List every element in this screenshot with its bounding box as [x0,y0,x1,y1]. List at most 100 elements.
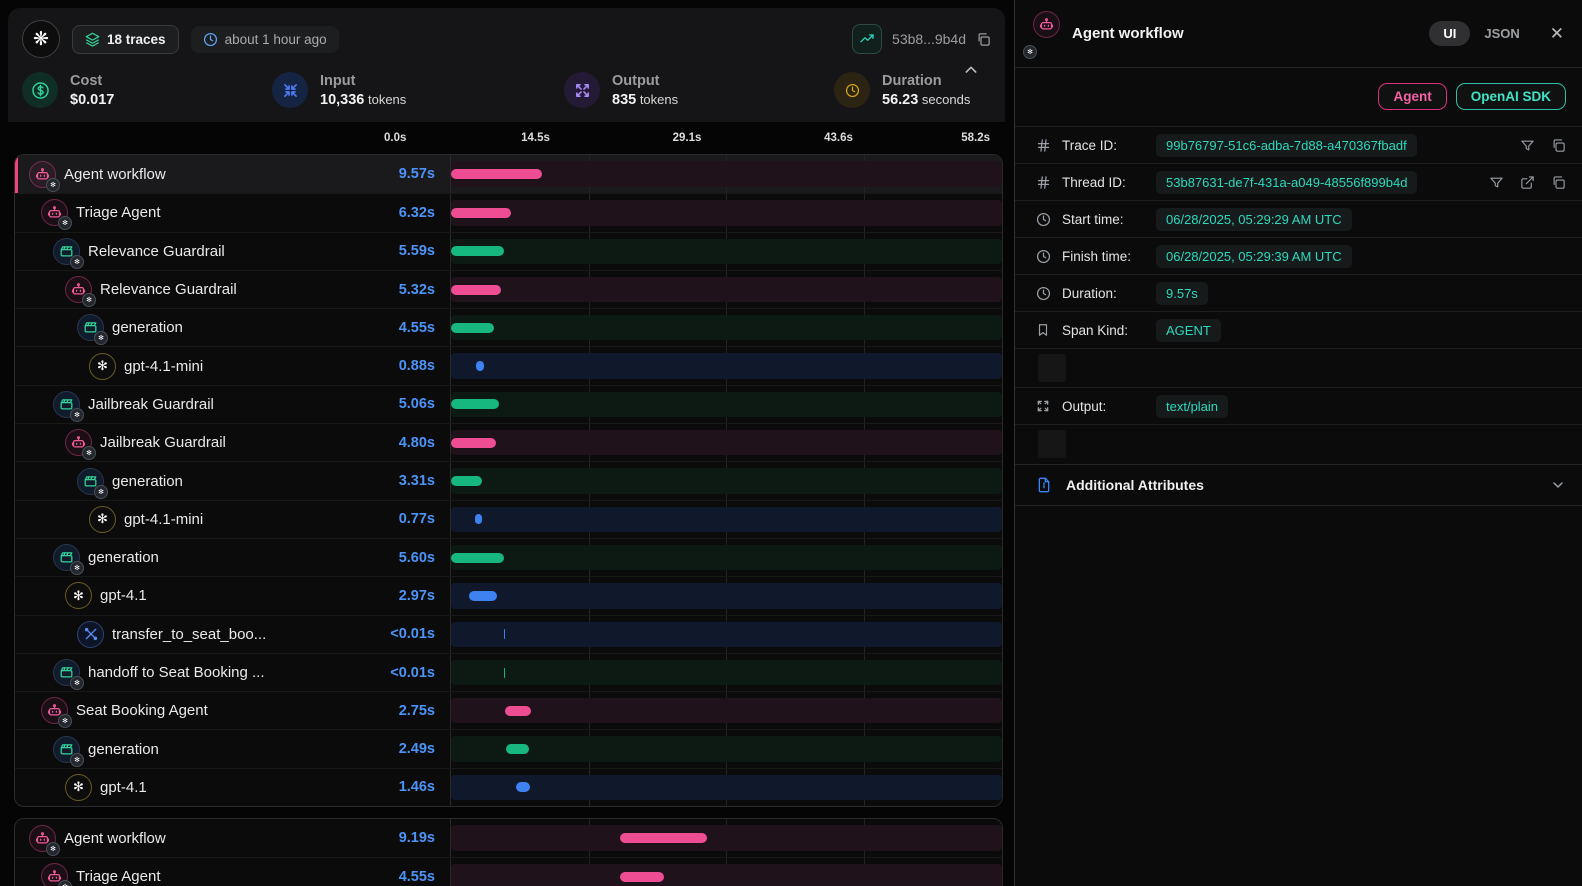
span-row-generation[interactable]: ✻generation2.49s [15,729,1002,767]
span-duration: 4.55s [385,858,437,886]
axis-tick: 0.0s [384,132,406,144]
metric-value: $0.017 [70,92,114,108]
span-duration: 2.75s [385,692,437,729]
copy-icon[interactable] [1551,175,1566,190]
span-track [451,507,1002,532]
span-duration: <0.01s [385,616,437,653]
span-duration: 0.88s [385,347,437,384]
span-track [451,392,1002,417]
metric-cost: Cost $0.017 [22,72,272,108]
guardrail-icon: ✻ [77,314,104,341]
span-timeline-cell [450,386,1002,423]
openai-logo-icon: ❋ [22,20,60,58]
external-link-icon[interactable] [1520,175,1535,190]
field-label: Trace ID: [1062,138,1156,153]
openai-sdk-badge[interactable]: OpenAI SDK [1456,83,1566,110]
span-label: Relevance Guardrail [100,281,237,298]
span-track [451,277,1002,302]
time-ago-badge: about 1 hour ago [191,26,339,53]
span-row-gpt-4-1-mini[interactable]: ✻gpt-4.1-mini0.77s [15,500,1002,538]
bookmark-icon [1036,323,1062,337]
span-row-gpt-4-1-mini[interactable]: ✻gpt-4.1-mini0.88s [15,346,1002,384]
span-row-seat-booking-agent[interactable]: ✻Seat Booking Agent2.75s [15,691,1002,729]
additional-attributes-row[interactable]: Additional Attributes [1015,464,1582,506]
openai-mini-badge-icon: ✻ [82,446,96,460]
openai-mini-badge-icon: ✻ [70,753,84,767]
close-icon[interactable]: ✕ [1550,24,1564,44]
openai-mini-badge-icon: ✻ [94,485,108,499]
metric-label: Cost [70,73,114,89]
field-value[interactable]: 06/28/2025, 05:29:39 AM UTC [1156,245,1352,268]
span-timeline-cell [450,271,1002,308]
trace-group: ✻Agent workflow9.57s✻Triage Agent6.32s✻R… [14,154,1003,807]
span-track [451,200,1002,225]
span-row-generation[interactable]: ✻generation3.31s [15,461,1002,499]
agent-badge[interactable]: Agent [1378,83,1446,110]
span-track [451,430,1002,455]
span-row-jailbreak-guardrail[interactable]: ✻Jailbreak Guardrail5.06s [15,385,1002,423]
chevron-up-icon[interactable] [963,62,979,78]
span-bar [620,833,707,843]
filter-icon[interactable] [1489,175,1504,190]
metric-label: Duration [882,73,970,89]
span-row-relevance-guardrail[interactable]: ✻Relevance Guardrail5.59s [15,232,1002,270]
tab-ui[interactable]: UI [1429,21,1470,46]
field-value[interactable]: 9.57s [1156,282,1208,305]
span-row-agent-workflow[interactable]: ✻Agent workflow9.19s [15,819,1002,857]
trace-group: ✻Agent workflow9.19s✻Triage Agent4.55s [14,818,1003,886]
metric-input: Input10,336 tokens [272,72,564,108]
span-duration: 0.77s [385,501,437,538]
metric-output: Output835 tokens [564,72,834,108]
span-row-gpt-4-1[interactable]: ✻gpt-4.12.97s [15,576,1002,614]
span-track [451,583,1002,608]
field-row-start-time-: Start time:06/28/2025, 05:29:29 AM UTC [1015,200,1582,237]
span-row-generation[interactable]: ✻generation5.60s [15,538,1002,576]
span-label: gpt-4.1 [100,779,147,796]
field-value[interactable]: 53b87631-de7f-431a-a049-48556f899b4d [1156,171,1417,194]
span-row-gpt-4-1[interactable]: ✻gpt-4.11.46s [15,768,1002,806]
openai-icon: ✻ [89,506,116,533]
chevron-down-icon [1550,477,1566,493]
span-timeline-cell [450,233,1002,270]
openai-mini-badge-icon: ✻ [58,714,72,728]
trace-header-row: ❋ 18 traces about 1 hour ago 53b8...9b4d [22,20,991,58]
span-duration: 1.46s [385,769,437,806]
span-row-triage-agent[interactable]: ✻Triage Agent6.32s [15,193,1002,231]
robot-icon: ✻ [41,697,68,724]
span-row-handoff-to-seat-booking-[interactable]: ✻handoff to Seat Booking ...<0.01s [15,653,1002,691]
span-timeline-cell [450,730,1002,767]
span-timeline-cell [450,769,1002,806]
span-track [451,239,1002,264]
span-row-transfer-to-seat-boo-[interactable]: transfer_to_seat_boo...<0.01s [15,615,1002,653]
span-label: generation [112,319,183,336]
trace-short-id: 53b8...9b4d [892,31,966,47]
field-value[interactable]: text/plain [1156,395,1228,418]
clock-icon [1036,249,1062,264]
span-track [451,775,1002,800]
chart-view-button[interactable] [852,24,882,54]
openai-mini-badge-icon: ✻ [46,178,60,192]
filter-icon[interactable] [1520,138,1535,153]
traces-count-label: 18 traces [107,32,166,47]
span-row-generation[interactable]: ✻generation4.55s [15,308,1002,346]
span-bar [620,872,663,882]
field-value[interactable]: 06/28/2025, 05:29:29 AM UTC [1156,208,1352,231]
span-row-triage-agent[interactable]: ✻Triage Agent4.55s [15,857,1002,886]
guardrail-icon: ✻ [53,238,80,265]
span-row-jailbreak-guardrail[interactable]: ✻Jailbreak Guardrail4.80s [15,423,1002,461]
field-value[interactable]: AGENT [1156,319,1221,342]
field-value[interactable]: 99b76797-51c6-adba-7d88-a470367fbadf [1156,134,1417,157]
span-row-agent-workflow[interactable]: ✻Agent workflow9.57s [15,155,1002,193]
arrows-in-icon [272,72,308,108]
span-row-relevance-guardrail[interactable]: ✻Relevance Guardrail5.32s [15,270,1002,308]
span-track [451,698,1002,723]
tab-json[interactable]: JSON [1476,21,1527,46]
traces-count-badge[interactable]: 18 traces [72,25,179,54]
metric-label: Input [320,73,406,89]
span-bar [451,208,511,218]
document-icon [1036,477,1062,493]
span-label: Jailbreak Guardrail [88,396,214,413]
copy-icon[interactable] [976,32,991,47]
copy-icon[interactable] [1551,138,1566,153]
trace-header-card: ❋ 18 traces about 1 hour ago 53b8...9b4d… [8,8,1005,122]
